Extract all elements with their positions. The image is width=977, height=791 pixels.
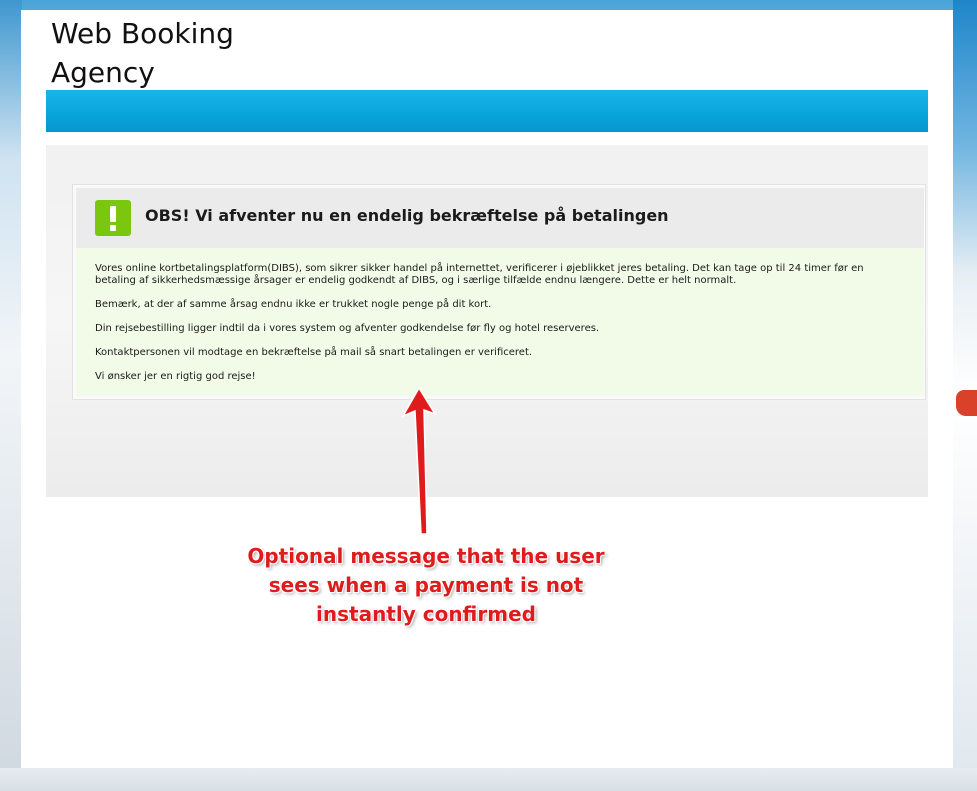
notice-paragraph: Vores online kortbetalingsplatform(DIBS)… xyxy=(95,263,864,286)
payment-notice-title: OBS! Vi afventer nu en endelig bekræftel… xyxy=(145,206,669,225)
site-logo-text[interactable]: Web Booking Agency xyxy=(51,14,234,92)
exclamation-icon xyxy=(95,200,131,236)
brand-line-2: Agency xyxy=(51,56,155,89)
annotation-arrow xyxy=(401,386,437,535)
background-photo-bottom xyxy=(0,768,977,791)
annotation-line-2: sees when a payment is not xyxy=(268,573,584,597)
notice-paragraph: Bemærk, at der af samme årsag endnu ikke… xyxy=(95,299,492,310)
background-photo-left xyxy=(0,0,22,791)
annotation-line-1: Optional message that the user xyxy=(247,544,605,568)
notice-paragraph: Vi ønsker jer en rigtig god rejse! xyxy=(95,371,256,382)
annotation-line-3: instantly confirmed xyxy=(316,602,536,626)
navigation-bar xyxy=(46,90,928,132)
notice-paragraph: Kontaktpersonen vil modtage en bekræftel… xyxy=(95,347,533,358)
annotation-callout: Optional message that the user sees when… xyxy=(230,542,622,629)
background-photo-detail xyxy=(956,390,977,416)
brand-line-1: Web Booking xyxy=(51,17,234,50)
notice-paragraph: Din rejsebestilling ligger indtil da i v… xyxy=(95,323,600,334)
